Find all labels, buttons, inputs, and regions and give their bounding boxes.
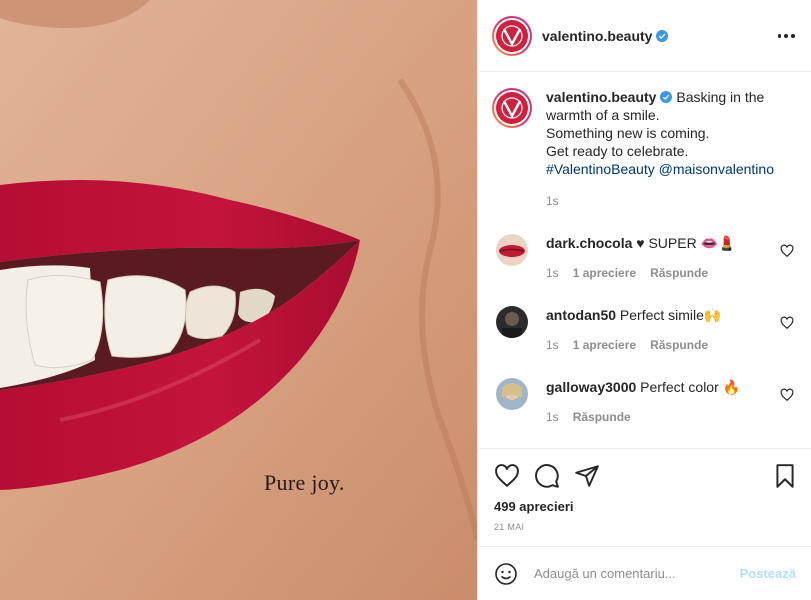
avatar-inner <box>494 17 530 54</box>
comment-avatar[interactable] <box>496 378 528 410</box>
verified-badge-icon <box>656 29 669 42</box>
comment-text: ♥ SUPER 👄💄 <box>636 235 736 251</box>
comment-body: dark.chocola ♥ SUPER 👄💄 1s 1 apreciere R… <box>546 234 735 280</box>
post-actions: 499 aprecieri 21 MAI <box>478 448 811 546</box>
more-dot-icon <box>790 34 795 38</box>
comment-username[interactable]: antodan50 <box>546 307 616 323</box>
photo-overlay-text: Pure joy. <box>264 470 345 495</box>
comment-avatar[interactable] <box>496 234 528 266</box>
comment-reply-button[interactable]: Răspunde <box>650 266 708 280</box>
comment-input[interactable] <box>534 566 724 581</box>
comment-line: dark.chocola ♥ SUPER 👄💄 <box>546 234 735 252</box>
comment-username[interactable]: dark.chocola <box>546 235 632 251</box>
caption-line-3: Get ready to celebrate. <box>546 143 689 159</box>
comment-meta: 1s Răspunde <box>546 410 740 424</box>
avatar-inner <box>494 90 530 126</box>
comment-item: dark.chocola ♥ SUPER 👄💄 1s 1 apreciere R… <box>492 234 798 280</box>
comment-like-heart-icon[interactable] <box>780 388 794 402</box>
like-heart-icon[interactable] <box>494 463 520 489</box>
comment-avatar[interactable] <box>496 306 528 338</box>
add-comment-bar: Postează <box>478 546 811 600</box>
caption-timestamp: 1s <box>546 194 559 208</box>
comments-list[interactable]: valentino.beauty Basking in the warmth o… <box>478 72 811 448</box>
comment-meta: 1s 1 apreciere Răspunde <box>546 266 735 280</box>
comment-time: 1s <box>546 410 559 424</box>
verified-badge-icon <box>660 91 673 103</box>
comment-like-heart-icon[interactable] <box>780 316 794 330</box>
post-header: valentino.beauty <box>478 0 811 72</box>
comment-likes-link[interactable]: 1 apreciere <box>573 266 636 280</box>
valentino-logo-icon <box>496 92 528 124</box>
comment-reply-button[interactable]: Răspunde <box>650 338 708 352</box>
comment-username[interactable]: galloway3000 <box>546 379 636 395</box>
post-photo[interactable]: Pure joy. <box>0 0 477 600</box>
comment-meta: 1s 1 apreciere Răspunde <box>546 338 721 352</box>
comment-text: Perfect color 🔥 <box>640 379 741 395</box>
caption-text: valentino.beauty Basking in the warmth o… <box>546 88 786 178</box>
post-dialog: Pure joy. valentino.beauty valentino.bea… <box>0 0 811 600</box>
caption-mention-link[interactable]: @maisonvalentino <box>659 161 774 177</box>
more-dot-icon <box>777 34 782 38</box>
caption-line-2: Something new is coming. <box>546 125 710 141</box>
comment-line: galloway3000 Perfect color 🔥 <box>546 378 740 396</box>
comment-text: Perfect simile🙌 <box>619 307 722 323</box>
share-send-icon[interactable] <box>574 463 600 489</box>
comment-reply-button[interactable]: Răspunde <box>573 410 631 424</box>
comment-bubble-icon[interactable] <box>534 463 560 489</box>
post-date: 21 MAI <box>494 522 525 532</box>
caption-hashtag-link[interactable]: #ValentinoBeauty <box>546 161 655 177</box>
more-options-button[interactable] <box>776 26 796 46</box>
valentino-logo-icon <box>496 19 528 52</box>
emoji-smiley-icon[interactable] <box>494 562 518 586</box>
likes-count[interactable]: 499 aprecieri <box>494 499 574 514</box>
smile-photo-illustration <box>0 0 477 600</box>
header-username[interactable]: valentino.beauty <box>542 28 652 44</box>
post-comment-button[interactable]: Postează <box>740 566 796 581</box>
comment-likes-link[interactable]: 1 apreciere <box>573 338 636 352</box>
save-bookmark-icon[interactable] <box>772 463 798 489</box>
caption-username[interactable]: valentino.beauty <box>546 89 656 105</box>
comment-item: galloway3000 Perfect color 🔥 1s Răspunde <box>492 378 798 424</box>
comment-item: antodan50 Perfect simile🙌 1s 1 apreciere… <box>492 306 798 352</box>
comment-body: galloway3000 Perfect color 🔥 1s Răspunde <box>546 378 740 424</box>
comment-time: 1s <box>546 266 559 280</box>
comment-like-heart-icon[interactable] <box>780 244 794 258</box>
comment-line: antodan50 Perfect simile🙌 <box>546 306 721 324</box>
comment-body: antodan50 Perfect simile🙌 1s 1 apreciere… <box>546 306 721 352</box>
post-side-panel: valentino.beauty valentino.beauty Baskin… <box>477 0 811 600</box>
post-caption: valentino.beauty Basking in the warmth o… <box>492 88 798 178</box>
more-dot-icon <box>784 34 788 38</box>
header-avatar[interactable] <box>492 15 532 56</box>
caption-avatar[interactable] <box>492 88 532 128</box>
comment-time: 1s <box>546 338 559 352</box>
